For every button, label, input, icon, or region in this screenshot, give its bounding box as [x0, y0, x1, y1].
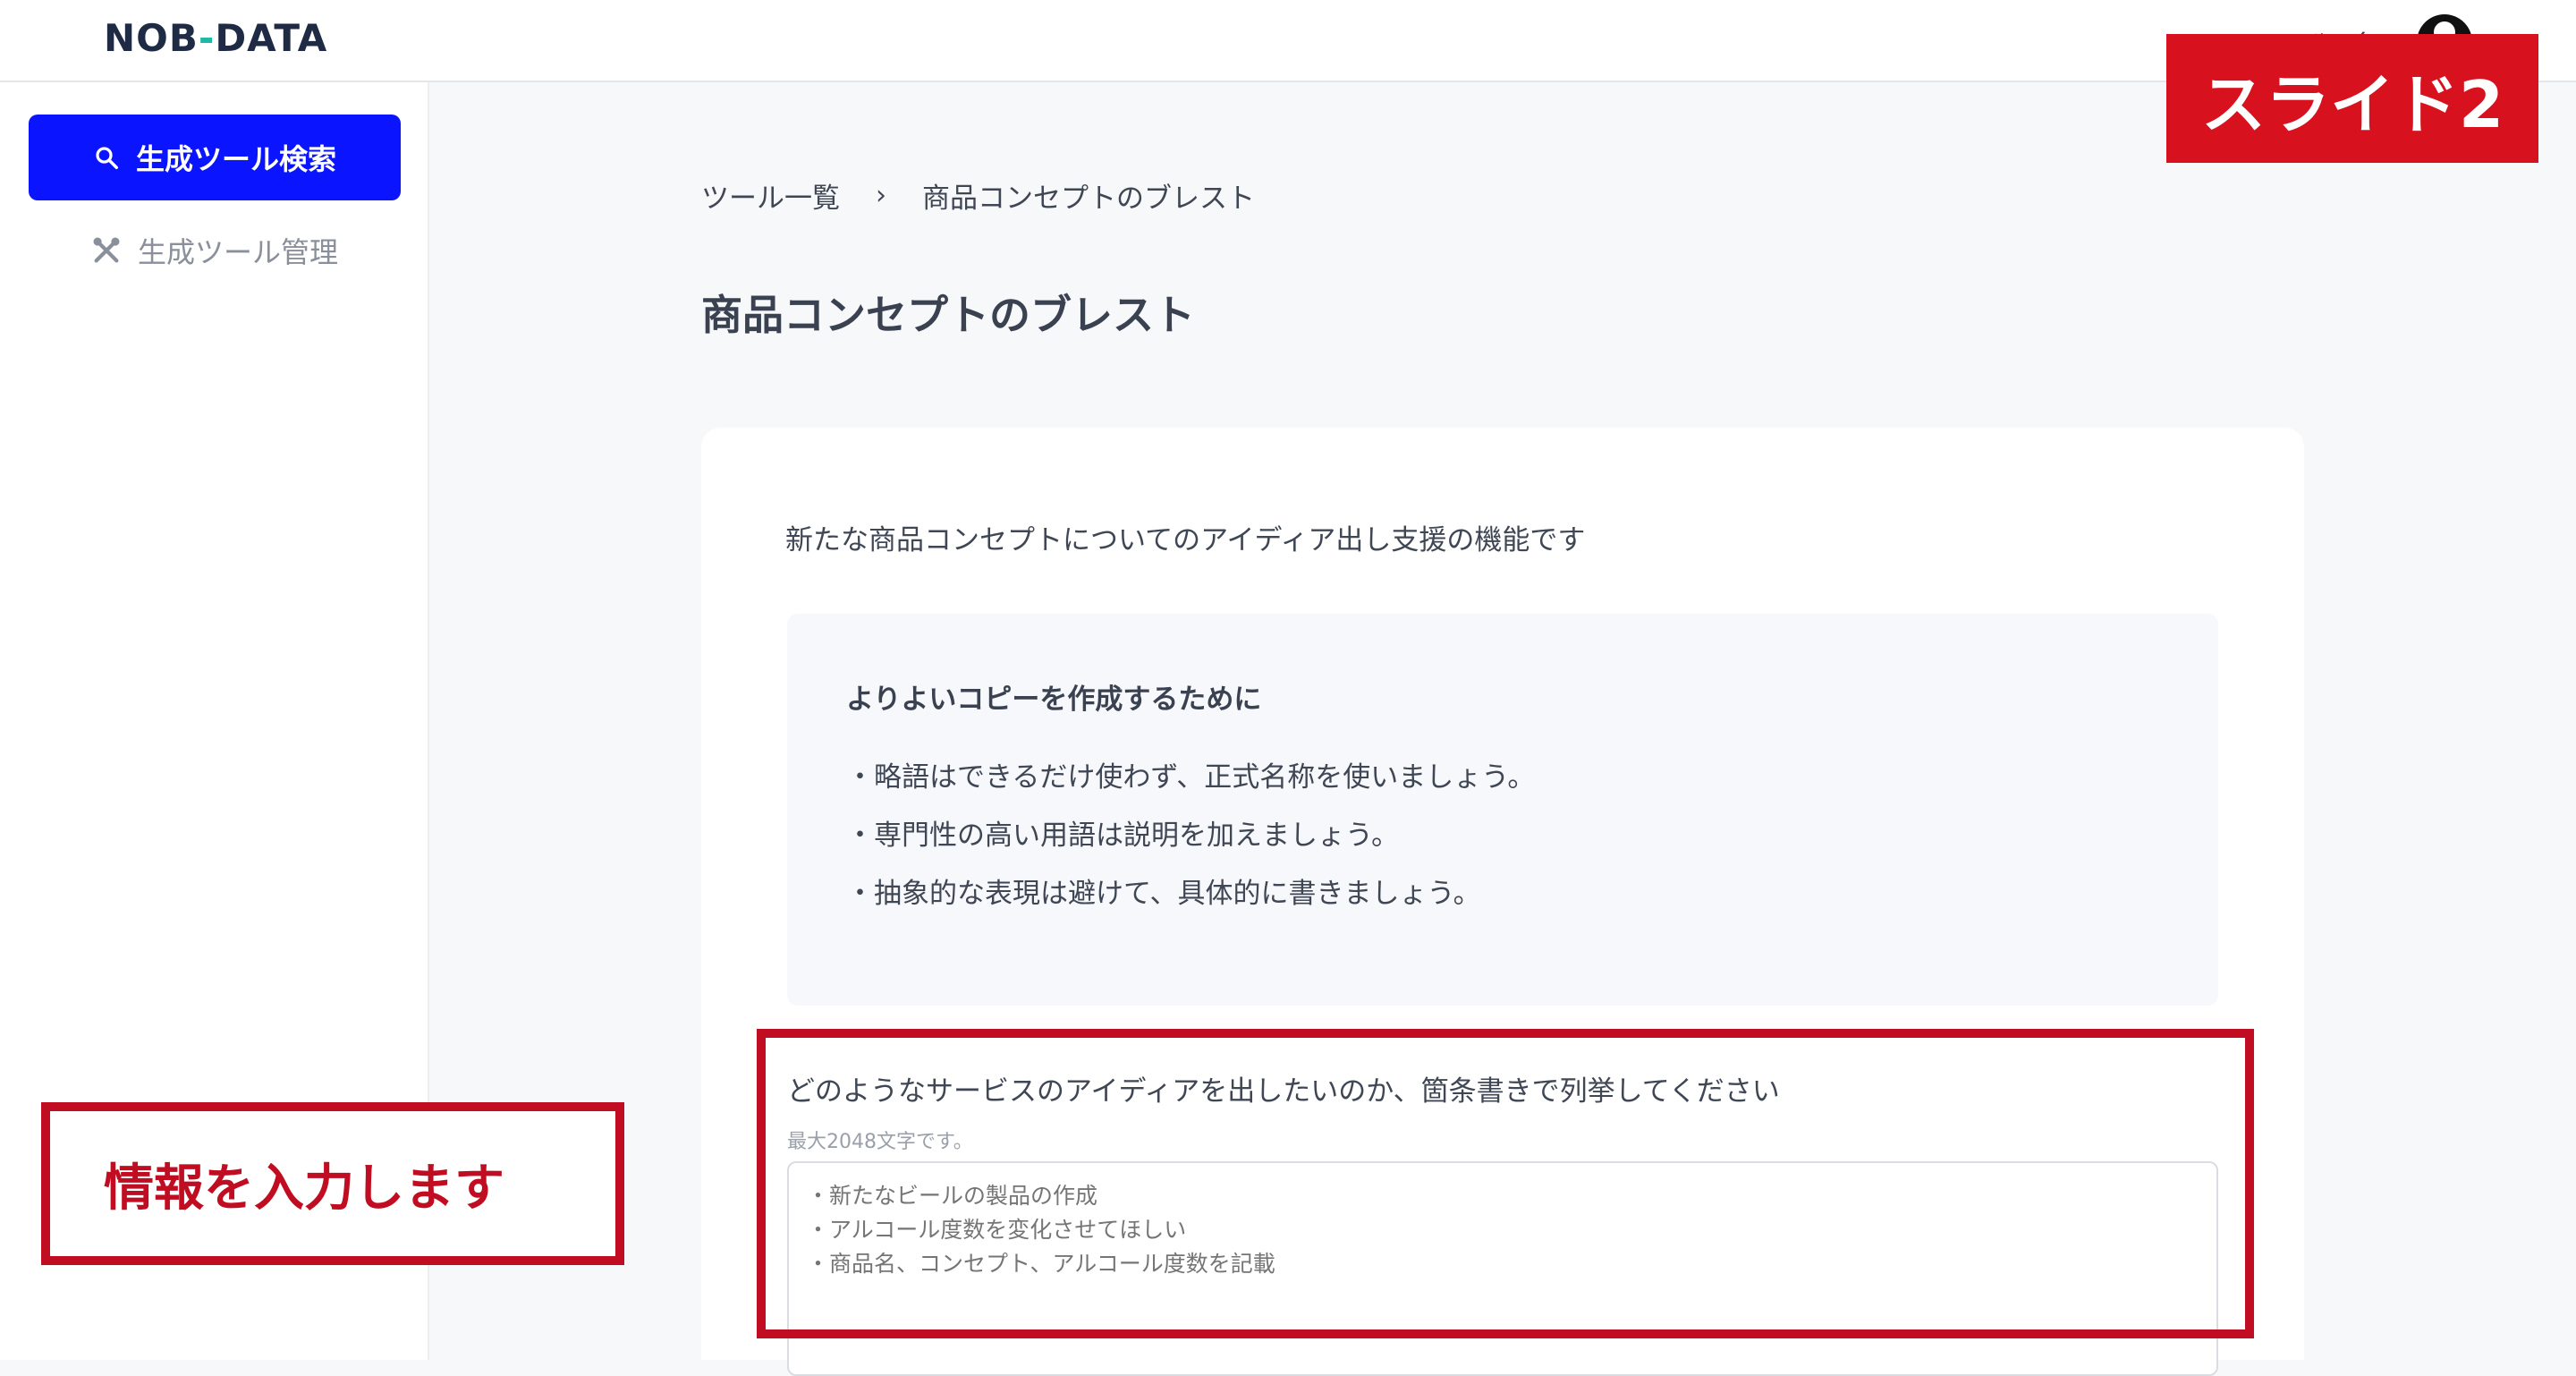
- breadcrumb-current: 商品コンセプトのブレスト: [922, 183, 1255, 215]
- tools-icon: [93, 237, 120, 263]
- tips-title: よりよいコピーを作成するために: [846, 684, 1262, 716]
- search-icon: [96, 147, 118, 169]
- list-item: ・抽象的な表現は避けて、具体的に書きましょう。: [846, 878, 1481, 910]
- slide-number-badge: スライド2: [2166, 34, 2538, 163]
- sidebar-item-label: 生成ツール検索: [135, 142, 336, 176]
- breadcrumb-tool-list[interactable]: ツール一覧: [701, 175, 840, 216]
- list-item: ・専門性の高い用語は説明を加えましょう。: [846, 820, 1400, 852]
- breadcrumb: ツール一覧 › 商品コンセプトのブレスト: [701, 175, 1255, 216]
- list-item: ・略語はできるだけ使わず、正式名称を使いましょう。: [846, 761, 1536, 794]
- tips-list: ・略語はできるだけ使わず、正式名称を使いましょう。 ・専門性の高い用語は説明を加…: [846, 759, 1535, 933]
- sidebar-item-tool-search[interactable]: 生成ツール検索: [29, 115, 401, 200]
- sidebar-item-label: 生成ツール管理: [137, 235, 338, 269]
- sidebar-item-tool-management[interactable]: 生成ツール管理: [29, 215, 401, 286]
- tool-description: 新たな商品コンセプトについてのアイディア出し支援の機能です: [785, 524, 1586, 556]
- chevron-right-icon: ›: [876, 180, 886, 211]
- logo[interactable]: NOB-DATA: [104, 16, 327, 60]
- instruction-note: 情報を入力します: [41, 1102, 624, 1265]
- page-title: 商品コンセプトのブレスト: [701, 291, 1195, 339]
- input-highlight-frame: [757, 1029, 2254, 1338]
